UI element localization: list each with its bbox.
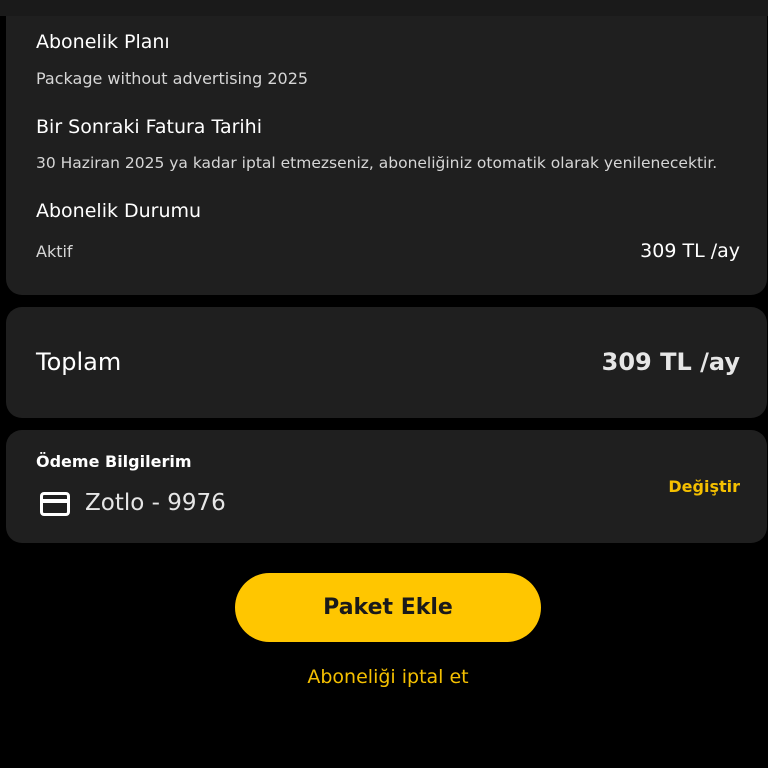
add-package-button[interactable]: Paket Ekle — [235, 573, 541, 642]
next-billing-label: Bir Sonraki Fatura Tarihi — [36, 116, 262, 138]
change-payment-link[interactable]: Değiştir — [668, 477, 740, 496]
payment-card — [6, 430, 767, 543]
payment-method: Zotlo - 9976 — [85, 490, 226, 516]
total-value: 309 TL /ay — [601, 348, 740, 376]
plan-label: Abonelik Planı — [36, 31, 170, 53]
subscription-price: 309 TL /ay — [640, 240, 740, 262]
total-label: Toplam — [36, 348, 122, 376]
subscription-page: Abonelik Planı Package without advertisi… — [0, 0, 768, 768]
plan-value: Package without advertising 2025 — [36, 69, 309, 88]
cancel-subscription-link[interactable]: Aboneliği iptal et — [0, 666, 768, 688]
credit-card-icon — [40, 492, 70, 516]
payment-title: Ödeme Bilgilerim — [36, 452, 192, 471]
status-label: Abonelik Durumu — [36, 200, 202, 222]
header-strip — [0, 0, 768, 16]
next-billing-value: 30 Haziran 2025 ya kadar iptal etmezseni… — [36, 154, 718, 172]
status-value: Aktif — [36, 242, 73, 261]
